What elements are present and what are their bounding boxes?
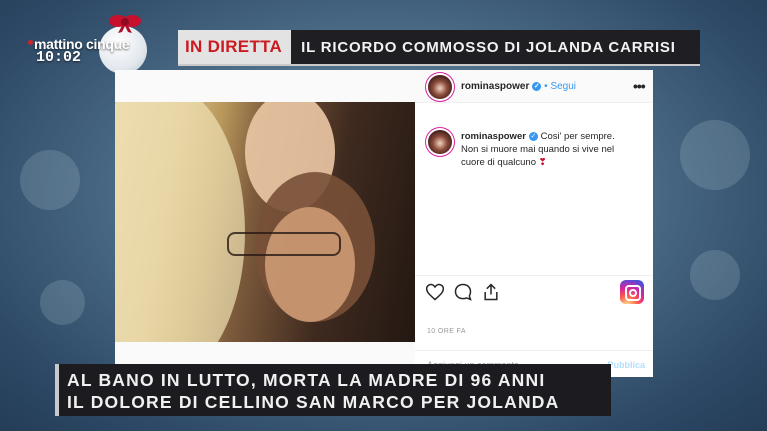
post-caption: rominaspower ✓ Cosi' per sempre. Non si m… xyxy=(461,130,641,169)
post-header-user: rominaspower ✓ • Segui xyxy=(461,81,576,92)
christmas-bow-icon xyxy=(109,15,141,33)
actions-divider xyxy=(415,275,653,276)
lower-third-line-1: AL BANO IN LUTTO, MORTA LA MADRE DI 96 A… xyxy=(67,370,546,390)
heart-emoji-icon: ❣ xyxy=(538,157,547,168)
follow-separator: • xyxy=(544,81,548,92)
caption-line-2: Non si muore mai quando si vive nel xyxy=(461,144,615,155)
caption-username[interactable]: rominaspower xyxy=(461,131,526,142)
comment-icon[interactable] xyxy=(453,282,473,302)
post-photo xyxy=(115,102,415,342)
live-tag: IN DIRETTA xyxy=(178,30,292,64)
more-options-icon[interactable]: ••• xyxy=(633,78,646,94)
background-bokeh xyxy=(40,280,85,325)
lower-third-line-2: IL DOLORE DI CELLINO SAN MARCO PER JOLAN… xyxy=(67,392,560,412)
follow-button[interactable]: Segui xyxy=(550,81,576,92)
username-link[interactable]: rominaspower xyxy=(461,81,529,92)
channel-logo: mattino cinque 10:02 xyxy=(26,14,151,74)
lower-third-caption: AL BANO IN LUTTO, MORTA LA MADRE DI 96 A… xyxy=(55,364,611,416)
verified-icon: ✓ xyxy=(528,131,538,141)
logo-dot xyxy=(28,40,33,45)
header-divider xyxy=(415,102,653,103)
caption-line-1: Cosi' per sempre. xyxy=(540,131,615,142)
background-bokeh xyxy=(20,150,80,210)
share-icon[interactable] xyxy=(481,282,501,302)
clock: 10:02 xyxy=(36,49,82,66)
post-time-ago: 10 ORE FA xyxy=(427,328,467,335)
background-bokeh xyxy=(690,250,740,300)
headline-title: IL RICORDO COMMOSSO DI JOLANDA CARRISI xyxy=(301,38,676,56)
background-bokeh xyxy=(680,120,750,190)
instagram-icon[interactable] xyxy=(620,280,644,304)
instagram-post-card: rominaspower ✓ • Segui ••• rominaspower ✓ … xyxy=(115,70,653,377)
heart-icon[interactable] xyxy=(425,282,445,302)
caption-line-3: cuore di qualcuno xyxy=(461,157,536,168)
headline-banner: IN DIRETTA IL RICORDO COMMOSSO DI JOLAND… xyxy=(178,30,700,66)
verified-icon: ✓ xyxy=(532,81,542,91)
post-sidebar: rominaspower ✓ • Segui ••• rominaspower ✓ … xyxy=(415,70,653,377)
caption-avatar[interactable] xyxy=(428,130,452,154)
avatar[interactable] xyxy=(428,75,452,99)
publish-button[interactable]: Pubblica xyxy=(607,360,645,370)
